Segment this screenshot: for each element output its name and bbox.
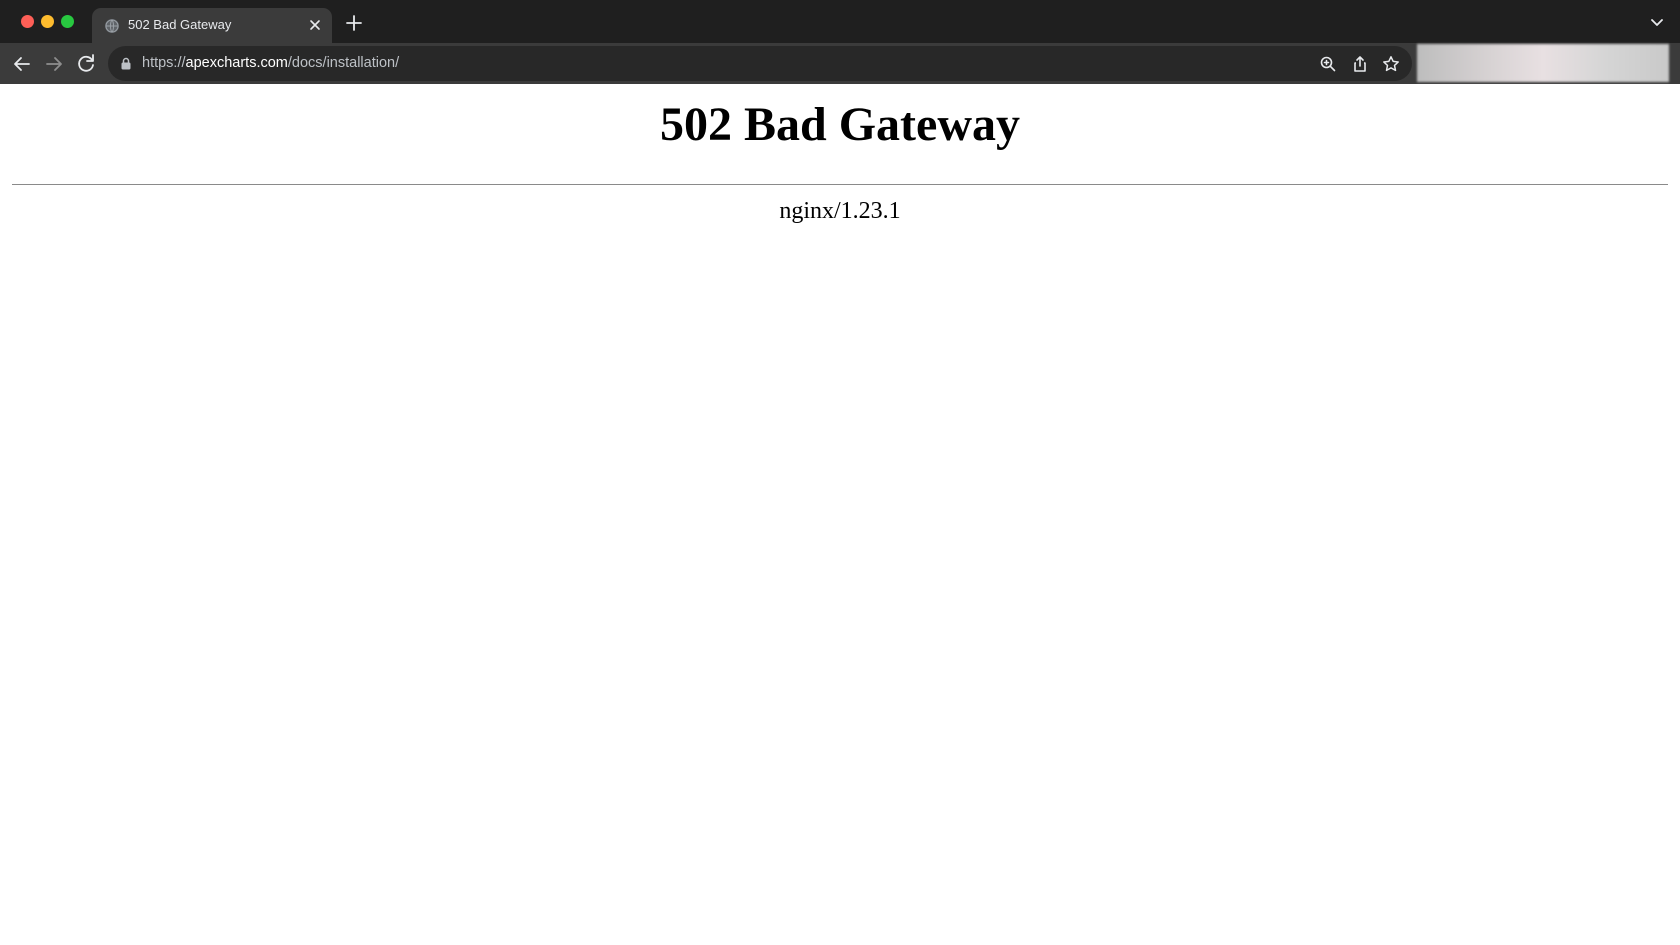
server-signature: nginx/1.23.1: [779, 198, 901, 224]
reload-icon[interactable]: [74, 52, 98, 76]
chevron-down-icon[interactable]: [1648, 13, 1666, 31]
page-content: 502 Bad Gateway nginx/1.23.1: [0, 84, 1680, 945]
maximize-window-button[interactable]: [61, 15, 74, 28]
tab-strip: 502 Bad Gateway: [0, 0, 1680, 43]
lock-icon[interactable]: [120, 57, 132, 70]
address-bar[interactable]: https://apexcharts.com/docs/installation…: [108, 46, 1412, 81]
close-window-button[interactable]: [21, 15, 34, 28]
arrow-left-icon[interactable]: [10, 52, 34, 76]
url-scheme: https://: [142, 55, 186, 71]
url-text[interactable]: https://apexcharts.com/docs/installation…: [142, 55, 399, 71]
share-icon[interactable]: [1350, 54, 1370, 74]
star-icon[interactable]: [1381, 54, 1401, 74]
tab-title: 502 Bad Gateway: [128, 17, 232, 32]
arrow-right-icon[interactable]: [42, 52, 66, 76]
close-icon[interactable]: [306, 16, 324, 34]
url-path: /docs/installation/: [287, 55, 400, 71]
url-host: apexcharts.com: [185, 55, 288, 71]
globe-icon: [105, 19, 119, 33]
plus-icon[interactable]: [344, 13, 364, 33]
minimize-window-button[interactable]: [41, 15, 54, 28]
page-title: 502 Bad Gateway: [660, 98, 1020, 151]
toolbar: https://apexcharts.com/docs/installation…: [0, 43, 1680, 84]
divider: [12, 184, 1668, 185]
tab-active[interactable]: 502 Bad Gateway: [92, 8, 332, 43]
profile-area-redacted[interactable]: [1417, 44, 1669, 82]
browser-window: 502 Bad Gateway https://apexcharts.com/d: [0, 0, 1680, 945]
zoom-in-icon[interactable]: [1318, 54, 1338, 74]
